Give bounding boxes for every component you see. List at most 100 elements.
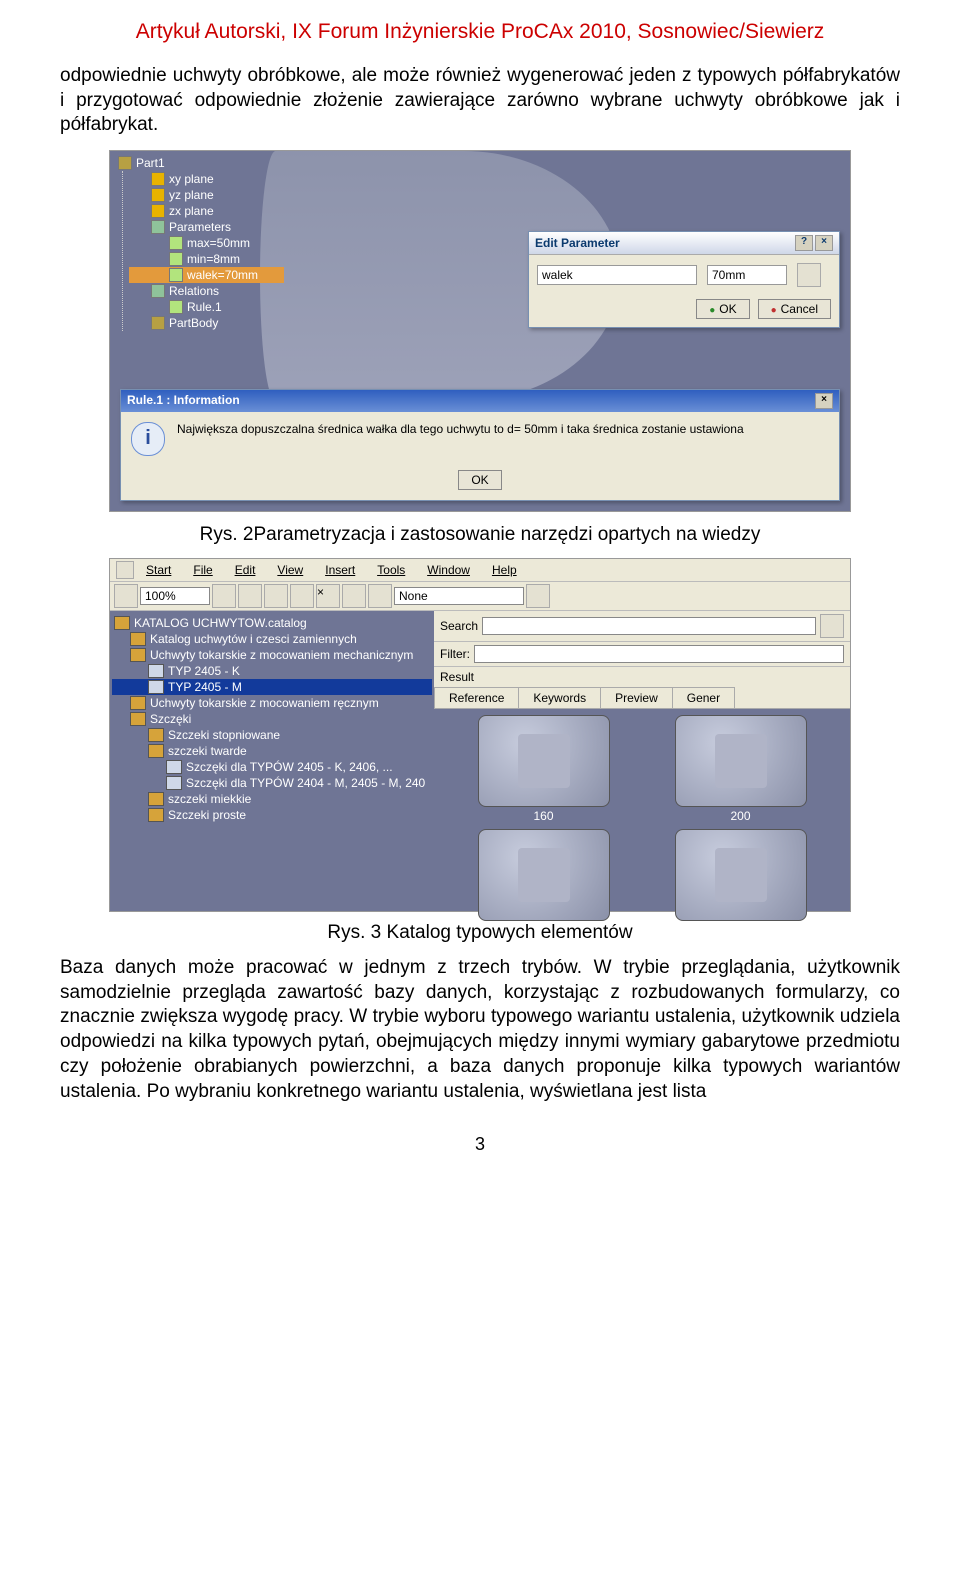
thumb-label: 200 — [730, 809, 750, 823]
page-icon — [166, 760, 182, 774]
relations-icon — [151, 284, 165, 298]
catalog-tree-item[interactable]: Uchwyty tokarskie z mocowaniem ręcznym — [112, 695, 432, 711]
tree-item[interactable]: PartBody — [129, 315, 284, 331]
tab-keywords[interactable]: Keywords — [518, 687, 601, 708]
ok-button[interactable]: OK — [458, 470, 501, 490]
catalog-preview-pane: Search Filter: Result Reference Keywords… — [434, 611, 850, 911]
tree-item[interactable]: yz plane — [129, 187, 284, 203]
catalog-thumb[interactable]: 200 — [645, 715, 836, 823]
filter-label: Filter: — [440, 647, 470, 661]
param-name-input[interactable] — [537, 265, 697, 285]
result-tabs[interactable]: Reference Keywords Preview Gener — [434, 687, 850, 709]
catalog-tree[interactable]: KATALOG UCHWYTOW.catalogKatalog uchwytów… — [110, 611, 434, 911]
figure-1-screenshot: Part1 xy plane yz plane zx plane Paramet… — [109, 150, 851, 512]
toolbar-button[interactable] — [264, 584, 288, 608]
spec-tree[interactable]: Part1 xy plane yz plane zx plane Paramet… — [114, 155, 284, 331]
tree-item[interactable]: xy plane — [129, 171, 284, 187]
menu-insert[interactable]: Insert — [315, 561, 365, 579]
page-header: Artykuł Autorski, IX Forum Inżynierskie … — [60, 20, 900, 44]
folder-icon — [148, 744, 164, 758]
menu-tools[interactable]: Tools — [367, 561, 415, 579]
search-input[interactable] — [482, 617, 816, 635]
thumb-label: 160 — [533, 809, 553, 823]
menu-window[interactable]: Window — [417, 561, 480, 579]
tab-preview[interactable]: Preview — [600, 687, 673, 708]
cancel-button[interactable]: Cancel — [758, 299, 831, 319]
catalog-tree-item[interactable]: Szczęki dla TYPÓW 2405 - K, 2406, ... — [112, 759, 432, 775]
catalog-tree-label: TYP 2405 - M — [168, 680, 242, 694]
close-button[interactable]: × — [815, 393, 833, 409]
app-icon — [116, 561, 134, 579]
catalog-tree-item[interactable]: Szczęki dla TYPÓW 2404 - M, 2405 - M, 24… — [112, 775, 432, 791]
plane-icon — [151, 204, 165, 218]
toolbar-button[interactable] — [114, 584, 138, 608]
menu-start[interactable]: Start — [136, 561, 181, 579]
info-message: Największa dopuszczalna średnica wałka d… — [177, 422, 829, 456]
catalog-tree-label: szczeki twarde — [168, 744, 247, 758]
tree-item[interactable]: zx plane — [129, 203, 284, 219]
preview-grid: 160 200 315 400 — [434, 709, 850, 943]
help-button[interactable]: ? — [795, 235, 813, 251]
ok-button[interactable]: OK — [696, 299, 749, 319]
catalog-tree-item[interactable]: TYP 2405 - M — [112, 679, 432, 695]
toolbar-button[interactable] — [290, 584, 314, 608]
tree-root[interactable]: Part1 — [114, 155, 284, 171]
toolbar-button[interactable] — [212, 584, 236, 608]
chuck-thumb-icon — [675, 715, 807, 807]
filter-input[interactable] — [474, 645, 844, 663]
menu-edit[interactable]: Edit — [225, 561, 266, 579]
tree-item[interactable]: min=8mm — [129, 251, 284, 267]
tree-item-selected[interactable]: walek=70mm — [129, 267, 284, 283]
tree-item[interactable]: Rule.1 — [129, 299, 284, 315]
tree-item[interactable]: Relations — [129, 283, 284, 299]
catalog-tree-label: szczeki miekkie — [168, 792, 251, 806]
folder-icon — [130, 712, 146, 726]
catalog-tree-item[interactable]: szczeki twarde — [112, 743, 432, 759]
tree-item[interactable]: Parameters — [129, 219, 284, 235]
info-dialog: Rule.1 : Information × i Największa dopu… — [120, 389, 840, 501]
dialog-titlebar[interactable]: Rule.1 : Information × — [121, 390, 839, 412]
zoom-select[interactable]: 100% — [140, 587, 210, 605]
tab-generative[interactable]: Gener — [672, 687, 735, 708]
catalog-tree-item[interactable]: KATALOG UCHWYTOW.catalog — [112, 615, 432, 631]
menu-file[interactable]: File — [183, 561, 222, 579]
toolbar-button[interactable] — [342, 584, 366, 608]
tree-label: max=50mm — [187, 236, 250, 250]
catalog-tree-label: Szczęki dla TYPÓW 2405 - K, 2406, ... — [186, 760, 393, 774]
close-button[interactable]: × — [815, 235, 833, 251]
folder-icon — [130, 632, 146, 646]
catalog-tree-item[interactable]: Szczeki proste — [112, 807, 432, 823]
tree-label: Parameters — [169, 220, 231, 234]
dialog-title: Rule.1 : Information — [127, 393, 240, 409]
menu-help[interactable]: Help — [482, 561, 527, 579]
catalog-tree-item[interactable]: TYP 2405 - K — [112, 663, 432, 679]
menu-view[interactable]: View — [267, 561, 313, 579]
rule-icon — [169, 300, 183, 314]
spinner-button[interactable] — [797, 263, 821, 287]
toolbar-button[interactable] — [526, 584, 550, 608]
catalog-tree-label: Uchwyty tokarskie z mocowaniem mechanicz… — [150, 648, 413, 662]
plane-icon — [151, 188, 165, 202]
tree-item[interactable]: max=50mm — [129, 235, 284, 251]
dialog-titlebar[interactable]: Edit Parameter ? × — [529, 232, 839, 255]
menu-bar[interactable]: Start File Edit View Insert Tools Window… — [110, 559, 850, 582]
filter-select[interactable]: None — [394, 587, 524, 605]
toolbar[interactable]: 100% × None — [110, 582, 850, 611]
param-value-input[interactable] — [707, 265, 787, 285]
catalog-tree-item[interactable]: Szczęki — [112, 711, 432, 727]
catalog-tree-item[interactable]: Katalog uchwytów i czesci zamiennych — [112, 631, 432, 647]
chuck-thumb-icon — [478, 829, 610, 921]
tab-reference[interactable]: Reference — [434, 687, 519, 708]
catalog-thumb[interactable]: 160 — [448, 715, 639, 823]
param-icon — [169, 252, 183, 266]
toolbar-button[interactable] — [238, 584, 262, 608]
toolbar-button[interactable]: × — [316, 584, 340, 608]
catalog-thumb[interactable]: 400 — [645, 829, 836, 937]
toolbar-button[interactable] — [368, 584, 392, 608]
catalog-tree-label: KATALOG UCHWYTOW.catalog — [134, 616, 307, 630]
search-button[interactable] — [820, 614, 844, 638]
catalog-tree-item[interactable]: szczeki miekkie — [112, 791, 432, 807]
catalog-thumb[interactable]: 315 — [448, 829, 639, 937]
catalog-tree-item[interactable]: Szczeki stopniowane — [112, 727, 432, 743]
catalog-tree-item[interactable]: Uchwyty tokarskie z mocowaniem mechanicz… — [112, 647, 432, 663]
